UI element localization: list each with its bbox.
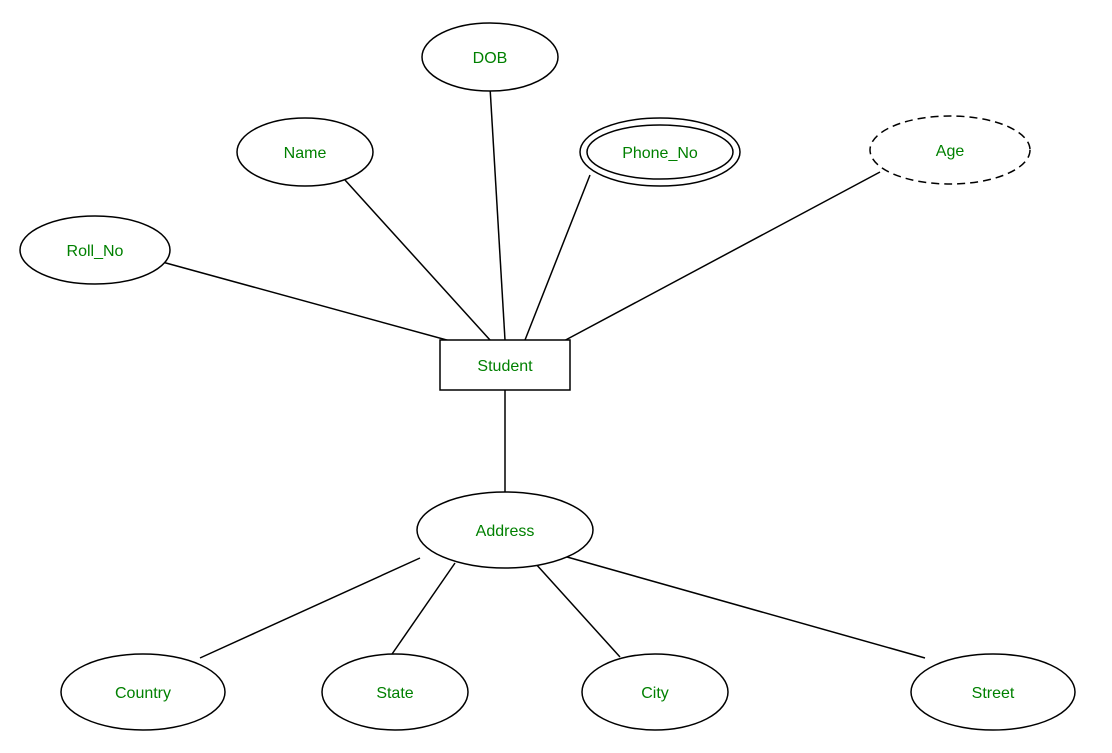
city-label: City [641,685,669,702]
state-label: State [376,685,413,702]
age-label: Age [936,143,965,160]
line-address-state [390,563,455,657]
line-age-student [560,172,880,343]
line-dob-student [490,87,505,340]
dob-label: DOB [473,50,508,67]
er-diagram: DOB Name Phone_No Age Roll_No Student Ad… [0,0,1112,753]
address-label: Address [476,523,535,540]
line-rollno-student [155,260,465,345]
country-label: Country [115,685,171,702]
phone-label: Phone_No [622,145,698,162]
name-label: Name [284,145,327,162]
student-label: Student [477,358,533,375]
line-address-country [200,558,420,658]
line-address-street [560,555,925,658]
rollno-label: Roll_No [67,243,124,260]
street-label: Street [972,685,1015,702]
line-name-student [345,180,490,340]
line-address-city [535,563,620,657]
line-phone-student [525,175,590,340]
